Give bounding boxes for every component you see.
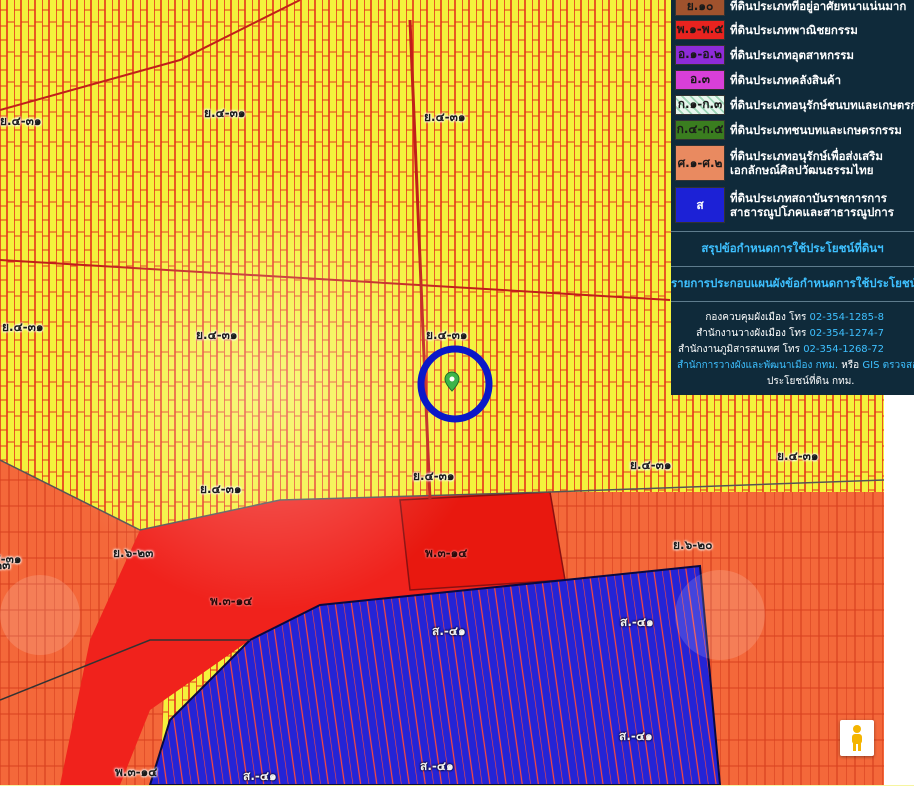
- legend-swatch: พ.๑-พ.๕: [675, 19, 725, 40]
- legend-item: ย.๑๐ ที่ดินประเภทที่อยู่อาศัยหนาแน่นมาก: [671, 0, 914, 16]
- or-text: หรือ: [841, 360, 860, 371]
- zone-label: ส.-๔๑: [243, 769, 277, 783]
- legend-item: ศ.๑-ศ.๒ ที่ดินประเภทอนุรักษ์เพื่อส่งเสริม…: [671, 143, 914, 183]
- legend-item: อ.๑-อ.๒ ที่ดินประเภทอุตสาหกรรม: [671, 43, 914, 66]
- zone-label: ย.๖-๒๐: [673, 538, 713, 552]
- phone-link[interactable]: 02-354-1274-7: [810, 328, 884, 339]
- zone-label: พ.๓-๑๔: [425, 546, 468, 560]
- overlay-haze: [675, 570, 765, 660]
- overlay-haze: [0, 575, 80, 655]
- zone-label: ส.-๔๑: [420, 759, 454, 773]
- legend-item: สที่ดินประเภทสถาบันราชการการสาธารณูปโภคแ…: [671, 185, 914, 225]
- summary-link[interactable]: สรุปข้อกำหนดการใช้ประโยชน์ที่ดินฯ: [671, 232, 914, 266]
- contact-name: กองควบคุมผังเมือง โทร: [705, 312, 807, 323]
- zone-label: พ.๓-๑๔: [210, 594, 253, 608]
- contact-line: สำนักงานภูมิสารสนเทศ โทร 02-354-1268-72: [671, 342, 914, 358]
- zone-label: ย.๔-๓๑: [413, 469, 455, 483]
- legend-swatch: ย.๑๐: [675, 0, 725, 16]
- contact-line: กองควบคุมผังเมือง โทร 02-354-1285-8: [671, 310, 914, 326]
- legend-swatch: ก.๔-ก.๕: [675, 119, 725, 140]
- legend-item: ก.๔-ก.๕ ที่ดินประเภทชนบทและเกษตรกรรม: [671, 118, 914, 141]
- legend-swatch: ศ.๑-ศ.๒: [675, 145, 725, 181]
- legend-swatch: อ.๑-อ.๒: [675, 44, 725, 65]
- contact-line: สำนักงานวางผังเมือง โทร 02-354-1274-7: [671, 326, 914, 342]
- zone-label: ย.๔-๓๑: [204, 106, 246, 120]
- legend-label: ที่ดินประเภทที่อยู่อาศัยหนาแน่นมาก: [730, 0, 907, 13]
- zone-label: ส.-๔๑: [620, 615, 654, 629]
- zone-label: ย.๔-๓๑: [196, 328, 238, 342]
- zone-label: ย.๔-๓๑: [200, 482, 242, 496]
- zone-label: พ.๓-๑๔: [115, 765, 158, 779]
- zone-label: ย.๔-๓๑: [426, 328, 468, 342]
- zone-label: ส.-๔๑: [619, 729, 653, 743]
- legend-label: ที่ดินประเภทคลังสินค้า: [730, 72, 842, 87]
- street-view-pegman-button[interactable]: [840, 720, 874, 756]
- zone-label: ย.๔-๓๑: [0, 114, 42, 128]
- phone-link[interactable]: 02-354-1268-72: [803, 344, 884, 355]
- legend-label: ที่ดินประเภทชนบทและเกษตรกรรม: [730, 122, 902, 137]
- legend-item: อ.๓ ที่ดินประเภทคลังสินค้า: [671, 68, 914, 91]
- legend-label: ที่ดินประเภทพาณิชยกรรม: [730, 22, 858, 37]
- zone-label: ส.-๔๑: [432, 624, 466, 638]
- legend-item: พ.๑-พ.๕ ที่ดินประเภทพาณิชยกรรม: [671, 18, 914, 41]
- plan-link[interactable]: รายการประกอบแผนผังข้อกำหนดการใช้ประโยชน์…: [671, 267, 914, 301]
- legend-label: ที่ดินประเภทอนุรักษ์ชนบทและเกษตรกรรม: [730, 97, 914, 112]
- pegman-icon: [852, 725, 862, 751]
- legend-swatch: ส: [675, 187, 725, 223]
- legend-label: ที่ดินประเภทสถาบันราชการการสาธารณูปโภคแล…: [730, 191, 894, 219]
- legend-panel: ย.๑๐ ที่ดินประเภทที่อยู่อาศัยหนาแน่นมากพ.…: [671, 0, 914, 395]
- contact-name: สำนักงานภูมิสารสนเทศ โทร: [677, 344, 800, 355]
- zone-label: ย.๔-๓๑: [2, 320, 44, 334]
- legend-list: ย.๑๐ ที่ดินประเภทที่อยู่อาศัยหนาแน่นมากพ.…: [671, 0, 914, 225]
- legend-label: ที่ดินประเภทอุตสาหกรรม: [730, 47, 854, 62]
- legend-swatch: อ.๓: [675, 69, 725, 90]
- map-edge: [884, 395, 914, 785]
- agency-line: สำนักการวางผังและพัฒนาเมือง กทม. หรือ GI…: [671, 358, 914, 374]
- gis-link[interactable]: GIS ตรวจสอบ: [862, 360, 914, 371]
- zone-label: ย.๔-๓๑: [630, 458, 672, 472]
- agency-tail: ประโยชน์ที่ดิน กทม.: [767, 376, 855, 387]
- legend-label: ที่ดินประเภทอนุรักษ์เพื่อส่งเสริมเอกลักษ…: [730, 149, 883, 177]
- zone-label: ย.๔-๓๑: [424, 110, 466, 124]
- legend-item: ก.๑-ก.๓ ที่ดินประเภทอนุรักษ์ชนบทและเกษตรก…: [671, 93, 914, 116]
- zone-label: ย.๔-๓๑: [777, 449, 819, 463]
- agency-link[interactable]: สำนักการวางผังและพัฒนาเมือง กทม.: [677, 360, 838, 371]
- legend-swatch: ก.๑-ก.๓: [675, 94, 725, 115]
- zone-label: ย.๖-๒๓: [0, 558, 11, 572]
- zone-label: ย.๖-๒๓: [113, 546, 154, 560]
- contact-name: สำนักงานวางผังเมือง โทร: [696, 328, 807, 339]
- phone-link[interactable]: 02-354-1285-8: [810, 312, 884, 323]
